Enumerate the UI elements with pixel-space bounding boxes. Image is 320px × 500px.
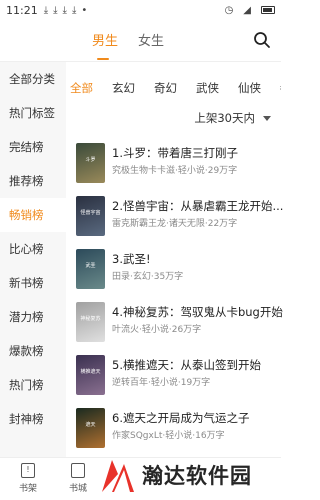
book-cover-title: 斗罗 <box>85 157 96 163</box>
book-cover-title: 武圣 <box>85 263 96 269</box>
sidebar-item-viral[interactable]: 爆款榜 <box>0 334 66 368</box>
book-cover[interactable]: 横推遮天 <box>76 355 105 395</box>
download-icon: ⤓ <box>53 4 58 16</box>
tab-female[interactable]: 女生 <box>138 30 164 49</box>
genre-filter-row: 全部 玄幻 奇幻 武侠 仙侠 都市 <box>70 80 281 96</box>
book-meta: 叶流火·轻小说·26万字 <box>112 325 202 335</box>
nav-bookshelf[interactable]: ! 书架 <box>8 463 48 494</box>
book-row[interactable]: 遮天 6.遮天之开局成为气运之子作家SQgxLt·轻小说·16万字 <box>76 408 281 456</box>
chevron-down-icon <box>263 115 271 121</box>
download-icon: ⤓ <box>43 4 49 16</box>
bookshelf-icon: ! <box>21 463 35 478</box>
top-header: 男生 女生 <box>0 20 281 62</box>
sort-dropdown[interactable]: 上架30天内 <box>194 110 271 126</box>
nav-bookstore-label: 书城 <box>68 484 87 494</box>
filter-qihuan[interactable]: 奇幻 <box>154 80 177 96</box>
sidebar-item-bestselling[interactable]: 畅销榜 <box>0 198 66 232</box>
book-title[interactable]: 3.武圣! <box>112 251 151 267</box>
sidebar-item-popular[interactable]: 热门榜 <box>0 368 66 402</box>
sidebar-item-potential[interactable]: 潜力榜 <box>0 300 66 334</box>
book-row[interactable]: 武圣 3.武圣! 田录·玄幻·35万字 <box>76 249 281 297</box>
filter-wuxia[interactable]: 武侠 <box>196 80 219 96</box>
category-sidebar: 全部分类 热门标签 完结榜 推荐榜 畅销榜 比心榜 新书榜 潜力榜 爆款榜 热门… <box>0 62 66 457</box>
book-meta: 作家SQgxLt·轻小说·16万字 <box>112 431 225 441</box>
book-cover-title: 神秘复苏 <box>80 316 101 322</box>
gender-tabs: 男生 女生 <box>92 30 164 49</box>
filter-xuanhuan[interactable]: 玄幻 <box>112 80 135 96</box>
tab-male[interactable]: 男生 <box>92 30 118 49</box>
book-cover[interactable]: 斗罗 <box>76 143 105 183</box>
book-row[interactable]: 神秘复苏 4.神秘复苏：驾驭鬼从卡bug开始叶流火·轻小说·26万字 <box>76 302 283 350</box>
book-row[interactable]: 斗罗 1.斗罗：带着唐三打刚子究极生物卡卡滋·轻小说·29万字 <box>76 143 281 191</box>
status-time: 11:21 <box>6 3 38 17</box>
book-title[interactable]: 5.横推遮天：从泰山签到开始 <box>112 357 261 373</box>
sidebar-item-recommended[interactable]: 推荐榜 <box>0 164 66 198</box>
signal-icon: ◢ <box>243 4 251 16</box>
book-meta: 雷克斯霸王龙·诸天无限·22万字 <box>112 219 238 229</box>
battery-icon <box>261 6 275 14</box>
book-cover[interactable]: 遮天 <box>76 408 105 448</box>
watermark-text: 瀚达软件园 <box>142 464 252 488</box>
sidebar-item-bixin[interactable]: 比心榜 <box>0 232 66 266</box>
book-cover[interactable]: 武圣 <box>76 249 105 289</box>
alarm-icon: ◷ <box>224 4 234 16</box>
search-icon[interactable] <box>253 31 271 49</box>
notification-dot-icon: • <box>81 4 88 16</box>
sidebar-item-hot-tags[interactable]: 热门标签 <box>0 96 66 130</box>
book-title[interactable]: 4.神秘复苏：驾驭鬼从卡bug开始 <box>112 304 283 320</box>
download-icon: ⤓ <box>62 4 67 16</box>
filter-xianxia[interactable]: 仙侠 <box>238 80 261 96</box>
sidebar-item-all-categories[interactable]: 全部分类 <box>0 62 66 96</box>
status-bar: 11:21 ⤓ ⤓ ⤓ ⤓ • ◷ ◢ <box>0 0 281 20</box>
nav-bookshelf-label: 书架 <box>18 484 37 494</box>
sidebar-item-new-books[interactable]: 新书榜 <box>0 266 66 300</box>
book-title[interactable]: 1.斗罗：带着唐三打刚子 <box>112 145 238 161</box>
nav-bookstore[interactable]: 书城 <box>58 463 98 494</box>
book-row[interactable]: 怪兽宇宙 2.怪兽宇宙：从暴虐霸王龙开始... 雷克斯霸王龙·诸天无限·22万字 <box>76 196 283 244</box>
book-cover-title: 横推遮天 <box>80 369 101 375</box>
app-screen: 11:21 ⤓ ⤓ ⤓ ⤓ • ◷ ◢ 男生 女生 全部分类 热门标签 完结榜 … <box>0 0 283 500</box>
filter-dushi[interactable]: 都市 <box>280 80 281 96</box>
book-cover-title: 怪兽宇宙 <box>80 210 101 216</box>
book-cover[interactable]: 怪兽宇宙 <box>76 196 105 236</box>
book-cover[interactable]: 神秘复苏 <box>76 302 105 342</box>
book-meta: 究极生物卡卡滋·轻小说·29万字 <box>112 166 238 176</box>
watermark: 瀚达软件园 <box>96 450 281 500</box>
bookstore-icon <box>71 463 85 478</box>
sort-label: 上架30天内 <box>194 111 255 125</box>
download-icon: ⤓ <box>71 4 77 16</box>
book-title[interactable]: 2.怪兽宇宙：从暴虐霸王龙开始... <box>112 198 283 214</box>
sidebar-item-fengshen[interactable]: 封神榜 <box>0 402 66 436</box>
watermark-logo-icon <box>102 460 134 492</box>
book-row[interactable]: 横推遮天 5.横推遮天：从泰山签到开始逆转百年·轻小说·19万字 <box>76 355 281 403</box>
sidebar-item-completed[interactable]: 完结榜 <box>0 130 66 164</box>
book-cover-title: 遮天 <box>85 422 96 428</box>
book-meta: 逆转百年·轻小说·19万字 <box>112 378 211 388</box>
filter-all[interactable]: 全部 <box>70 80 93 96</box>
active-tab-indicator <box>97 58 109 60</box>
book-meta: 田录·玄幻·35万字 <box>112 272 184 282</box>
book-title[interactable]: 6.遮天之开局成为气运之子 <box>112 410 249 426</box>
